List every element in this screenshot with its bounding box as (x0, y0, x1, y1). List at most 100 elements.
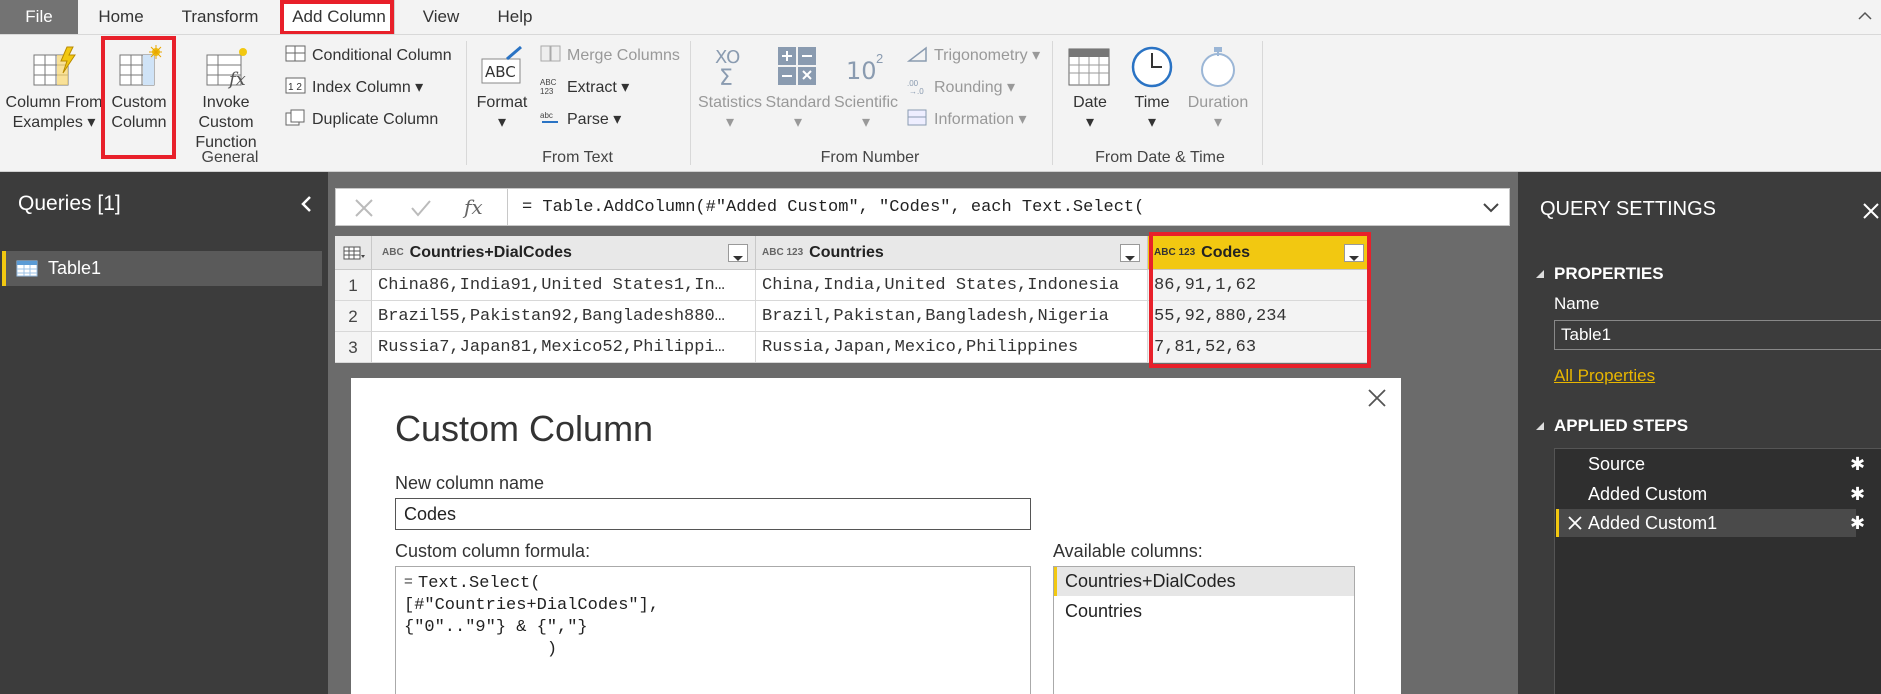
svg-text:abc: abc (540, 111, 553, 120)
standard-button[interactable]: Standard ▾ (764, 35, 832, 133)
trigonometry-label: Trigonometry ▾ (934, 47, 1041, 64)
column-filter-button[interactable] (1120, 244, 1140, 262)
queries-title: Queries [1] (18, 192, 121, 215)
table-cell[interactable]: China86,India91,United States1,In… (372, 270, 756, 301)
index-column-icon: 1 2 (285, 77, 306, 94)
applied-step-added-custom1[interactable]: Added Custom1 ✱ (1556, 509, 1865, 537)
rounding-button[interactable]: .00 →.0 Rounding ▾ (907, 75, 1015, 101)
gear-icon[interactable]: ✱ (1850, 509, 1865, 537)
standard-dropdown-icon: ▾ (793, 114, 803, 131)
tab-file[interactable]: File (0, 0, 78, 34)
gear-icon[interactable]: ✱ (1850, 480, 1865, 508)
tab-home[interactable]: Home (82, 0, 160, 34)
duration-button[interactable]: Duration ▾ (1184, 35, 1252, 133)
gear-icon[interactable]: ✱ (1850, 450, 1865, 478)
svg-text:Σ: Σ (719, 66, 733, 89)
formula-input[interactable]: = Table.AddColumn(#"Added Custom", "Code… (507, 188, 1510, 226)
invoke-custom-function-button[interactable]: fx Invoke Custom Function (174, 35, 278, 153)
commit-formula-icon[interactable] (410, 198, 432, 218)
statistics-label: Statistics (697, 94, 762, 111)
collapse-ribbon-icon[interactable] (1857, 8, 1873, 24)
ribbon-separator (1052, 41, 1053, 165)
table-icon (16, 260, 38, 277)
trigonometry-icon (907, 46, 927, 62)
extract-button[interactable]: ABC 123 Extract ▾ (540, 75, 629, 101)
time-button[interactable]: Time ▾ (1122, 35, 1182, 133)
column-header-countries[interactable]: ABC 123 Countries (756, 236, 1148, 270)
query-item-label: Table1 (48, 258, 102, 278)
format-button[interactable]: ABC Format ▾ (472, 35, 532, 133)
merge-columns-button[interactable]: Merge Columns (540, 43, 680, 69)
duplicate-column-button[interactable]: Duplicate Column (285, 107, 438, 133)
formula-line: ) (404, 640, 558, 659)
query-name-input[interactable]: Table1 (1554, 320, 1881, 350)
table-cell[interactable]: Russia,Japan,Mexico,Philippines (756, 332, 1148, 363)
table-menu-button[interactable] (335, 236, 372, 270)
stopwatch-icon (1201, 47, 1235, 87)
table-cell[interactable]: China,India,United States,Indonesia (756, 270, 1148, 301)
group-from-number-label: From Number (820, 149, 920, 166)
close-settings-icon[interactable] (1862, 202, 1880, 220)
formula-bar-buttons: fx (335, 188, 511, 226)
trigonometry-button[interactable]: Trigonometry ▾ (907, 43, 1040, 69)
information-label: Information ▾ (934, 111, 1027, 128)
scientific-button[interactable]: 10 2 Scientific ▾ (832, 35, 900, 133)
date-button[interactable]: Date ▾ (1060, 35, 1120, 133)
table-cell[interactable]: Russia7,Japan81,Mexico52,Philippi… (372, 332, 756, 363)
format-dropdown-icon: ▾ (497, 114, 507, 131)
step-label: Added Custom (1588, 484, 1708, 504)
custom-formula-editor[interactable]: = Text.Select( [#"Countries+DialCodes"],… (395, 566, 1031, 694)
available-columns-list: Countries+DialCodes Countries (1053, 566, 1355, 694)
conditional-column-label: Conditional Column (312, 47, 452, 64)
ribbon-separator (690, 41, 691, 165)
table-cell[interactable]: Brazil,Pakistan,Bangladesh,Nigeria (756, 301, 1148, 332)
applied-steps-heading: APPLIED STEPS (1554, 416, 1689, 435)
query-settings-pane: QUERY SETTINGS PROPERTIES Name Table1 Al… (1518, 172, 1881, 694)
conditional-column-button[interactable]: Conditional Column (285, 43, 452, 69)
ribbon-separator (466, 41, 467, 165)
new-column-name-input[interactable]: Codes (395, 498, 1031, 530)
invoke-custom-function-icon: fx (206, 48, 247, 89)
cancel-formula-icon[interactable] (354, 198, 374, 218)
column-from-examples-label-2: Examples ▾ (12, 114, 96, 131)
close-dialog-icon[interactable] (1367, 388, 1387, 408)
collapse-steps-icon[interactable] (1534, 420, 1546, 432)
extract-icon: ABC123 (540, 78, 557, 95)
column-filter-button[interactable] (728, 244, 748, 262)
expand-formula-icon[interactable] (1482, 202, 1500, 214)
parse-icon: abc (540, 111, 558, 123)
statistics-icon: XOΣ (715, 47, 740, 89)
time-label: Time (1134, 94, 1170, 111)
column-header-countries-dialcodes[interactable]: ABC Countries+DialCodes (372, 236, 756, 270)
column-from-examples-button[interactable]: Column From Examples ▾ (4, 35, 104, 133)
date-dropdown-icon: ▾ (1085, 114, 1095, 131)
standard-label: Standard (765, 94, 831, 111)
collapse-properties-icon[interactable] (1534, 268, 1546, 280)
index-column-button[interactable]: 1 2 Index Column ▾ (285, 75, 423, 101)
all-properties-link[interactable]: All Properties (1554, 366, 1655, 386)
custom-formula-label: Custom column formula: (395, 541, 591, 561)
statistics-button[interactable]: XO Σ Statistics ▾ (696, 35, 764, 133)
table-menu-icon (343, 246, 365, 260)
parse-button[interactable]: abc Parse ▾ (540, 107, 621, 133)
rounding-icon: .00→.0 (907, 79, 924, 95)
tab-transform[interactable]: Transform (170, 0, 270, 34)
tab-view[interactable]: View (412, 0, 470, 34)
calendar-icon (1068, 48, 1110, 86)
information-button[interactable]: Information ▾ (907, 107, 1027, 133)
applied-step-source[interactable]: Source ✱ (1556, 450, 1865, 478)
available-column-item[interactable]: Countries (1054, 597, 1354, 626)
step-label: Source (1588, 454, 1646, 474)
collapse-queries-icon[interactable] (298, 194, 316, 214)
svg-text:→.0: →.0 (909, 87, 924, 95)
query-item-table1[interactable]: Table1 (2, 251, 322, 286)
delete-step-icon[interactable] (1568, 516, 1582, 530)
applied-step-added-custom[interactable]: Added Custom ✱ (1556, 480, 1865, 508)
available-column-item[interactable]: Countries+DialCodes (1054, 567, 1354, 596)
table-cell[interactable]: Brazil55,Pakistan92,Bangladesh880… (372, 301, 756, 332)
formula-text: = Table.AddColumn(#"Added Custom", "Code… (522, 198, 1145, 217)
insert-function-fx-icon[interactable]: fx (464, 195, 483, 219)
group-general-label: General (201, 149, 259, 166)
svg-text:XO: XO (715, 47, 740, 68)
tab-help[interactable]: Help (490, 0, 540, 34)
